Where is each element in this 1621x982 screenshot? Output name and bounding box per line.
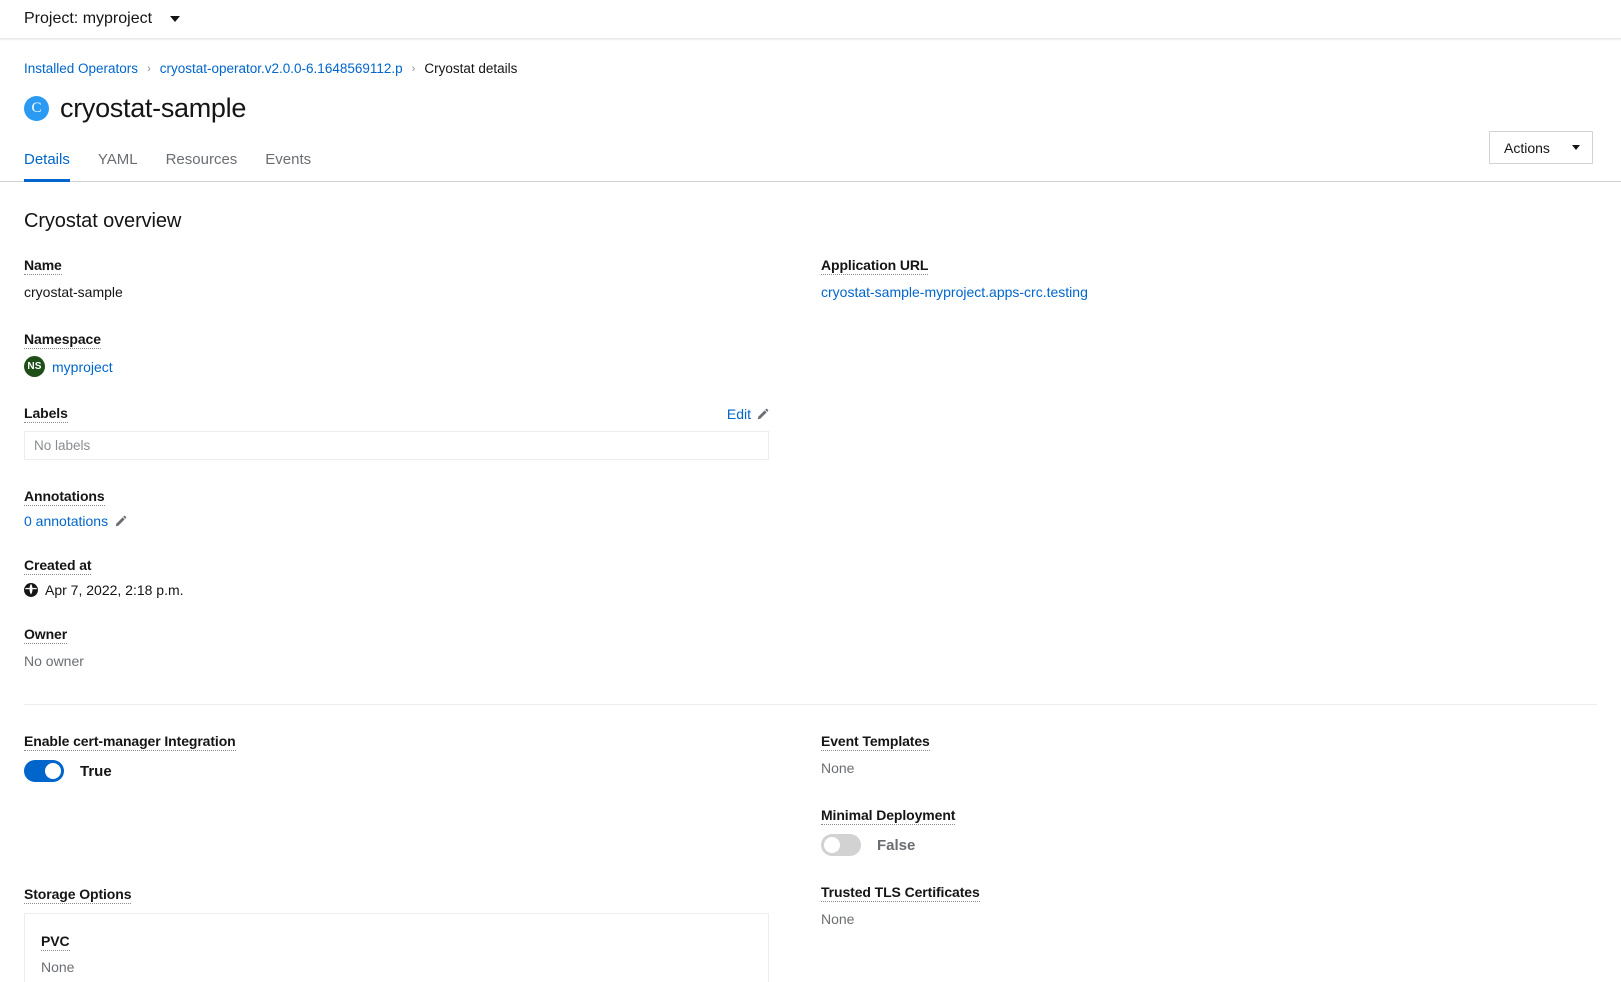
breadcrumb-item-installed-operators[interactable]: Installed Operators — [24, 61, 138, 77]
tab-resources[interactable]: Resources — [152, 150, 252, 181]
tab-details[interactable]: Details — [24, 150, 84, 181]
project-selector-label: Project: myproject — [24, 10, 152, 28]
pencil-icon[interactable] — [114, 515, 127, 528]
field-application-url-label: Application URL — [821, 257, 928, 275]
breadcrumb-separator-icon: › — [412, 61, 416, 77]
labels-empty-box[interactable]: No labels — [24, 431, 769, 460]
breadcrumb-item-operator[interactable]: cryostat-operator.v2.0.0-6.1648569112.p — [160, 61, 403, 77]
cert-manager-value: True — [80, 763, 112, 780]
project-selector-bar[interactable]: Project: myproject — [0, 0, 1621, 39]
field-event-templates: Event Templates None — [821, 733, 1570, 779]
tab-events[interactable]: Events — [251, 150, 325, 181]
spec-right-column: Event Templates None Minimal Deployment … — [797, 733, 1570, 982]
minimal-deployment-toggle-row: False — [821, 834, 1570, 856]
details-content: Cryostat overview Name cryostat-sample N… — [0, 210, 1621, 982]
spec-grid: Enable cert-manager Integration True Sto… — [24, 733, 1597, 982]
toggle-knob — [45, 763, 61, 779]
field-annotations-label: Annotations — [24, 488, 105, 506]
field-name-label: Name — [24, 257, 62, 275]
field-labels-label: Labels — [24, 405, 68, 423]
field-owner-value: No owner — [24, 651, 797, 672]
field-event-templates-value: None — [821, 758, 1570, 779]
application-url-link[interactable]: cryostat-sample-myproject.apps-crc.testi… — [821, 284, 1088, 300]
field-trusted-tls-value: None — [821, 909, 1570, 930]
overview-grid: Name cryostat-sample Namespace NS myproj… — [24, 257, 1597, 672]
minimal-deployment-value: False — [877, 837, 915, 854]
field-created-at: Created at Apr 7, 2022, 2:18 p.m. — [24, 557, 797, 598]
page-header: Installed Operators › cryostat-operator.… — [0, 39, 1621, 127]
field-minimal-deployment-label: Minimal Deployment — [821, 807, 955, 825]
application-url-value-row: cryostat-sample-myproject.apps-crc.testi… — [821, 282, 1570, 303]
field-pvc-value: None — [41, 957, 768, 978]
namespace-icon: NS — [24, 356, 45, 377]
field-namespace-label: Namespace — [24, 331, 101, 349]
field-created-at-label: Created at — [24, 557, 91, 575]
breadcrumb: Installed Operators › cryostat-operator.… — [24, 61, 1597, 77]
overview-left-column: Name cryostat-sample Namespace NS myproj… — [24, 257, 797, 672]
field-trusted-tls: Trusted TLS Certificates None — [821, 884, 1570, 930]
annotations-value-row: 0 annotations — [24, 513, 797, 529]
actions-button[interactable]: Actions — [1489, 131, 1593, 164]
title-row: C cryostat-sample — [24, 89, 1597, 127]
field-namespace: Namespace NS myproject — [24, 331, 797, 377]
field-labels: Labels Edit No labels — [24, 405, 797, 460]
namespace-link[interactable]: myproject — [52, 359, 113, 375]
field-storage-options-label: Storage Options — [24, 886, 131, 904]
toggle-knob — [824, 837, 840, 853]
edit-labels-button[interactable]: Edit — [727, 406, 769, 422]
annotations-link[interactable]: 0 annotations — [24, 513, 108, 529]
section-divider — [24, 704, 1597, 705]
minimal-deployment-toggle[interactable] — [821, 834, 861, 856]
chevron-down-icon — [1572, 145, 1580, 150]
field-cert-manager: Enable cert-manager Integration True — [24, 733, 797, 782]
field-application-url: Application URL cryostat-sample-myprojec… — [821, 257, 1570, 303]
field-minimal-deployment: Minimal Deployment False — [821, 807, 1570, 856]
spec-left-column: Enable cert-manager Integration True Sto… — [24, 733, 797, 982]
storage-options-card: PVC None — [24, 913, 769, 982]
overview-right-column: Application URL cryostat-sample-myprojec… — [797, 257, 1570, 672]
created-at-value: Apr 7, 2022, 2:18 p.m. — [45, 582, 184, 598]
cert-manager-toggle[interactable] — [24, 760, 64, 782]
breadcrumb-item-current: Cryostat details — [424, 61, 517, 77]
actions-button-label: Actions — [1504, 140, 1550, 156]
field-annotations: Annotations 0 annotations — [24, 488, 797, 529]
labels-placeholder: No labels — [34, 438, 90, 453]
spacer — [24, 810, 797, 886]
namespace-value-row: NS myproject — [24, 356, 797, 377]
edit-labels-label: Edit — [727, 406, 751, 422]
field-owner-label: Owner — [24, 626, 67, 644]
field-name: Name cryostat-sample — [24, 257, 797, 303]
overview-section-title: Cryostat overview — [24, 210, 1597, 233]
field-trusted-tls-label: Trusted TLS Certificates — [821, 884, 980, 902]
field-cert-manager-label: Enable cert-manager Integration — [24, 733, 236, 751]
tab-bar: Details YAML Resources Events — [0, 143, 1621, 182]
breadcrumb-separator-icon: › — [147, 61, 151, 77]
labels-header: Labels Edit — [24, 405, 769, 423]
cryostat-resource-icon: C — [24, 96, 49, 121]
field-owner: Owner No owner — [24, 626, 797, 672]
chevron-down-icon[interactable] — [170, 16, 180, 22]
globe-icon — [24, 583, 38, 597]
pencil-icon — [756, 408, 769, 421]
tab-yaml[interactable]: YAML — [84, 150, 152, 181]
field-pvc-label: PVC — [41, 933, 70, 951]
field-event-templates-label: Event Templates — [821, 733, 930, 751]
page-title: cryostat-sample — [60, 91, 246, 125]
field-name-value: cryostat-sample — [24, 282, 797, 303]
created-at-value-row: Apr 7, 2022, 2:18 p.m. — [24, 582, 797, 598]
cert-manager-toggle-row: True — [24, 760, 797, 782]
field-storage-options: Storage Options PVC None — [24, 886, 797, 982]
